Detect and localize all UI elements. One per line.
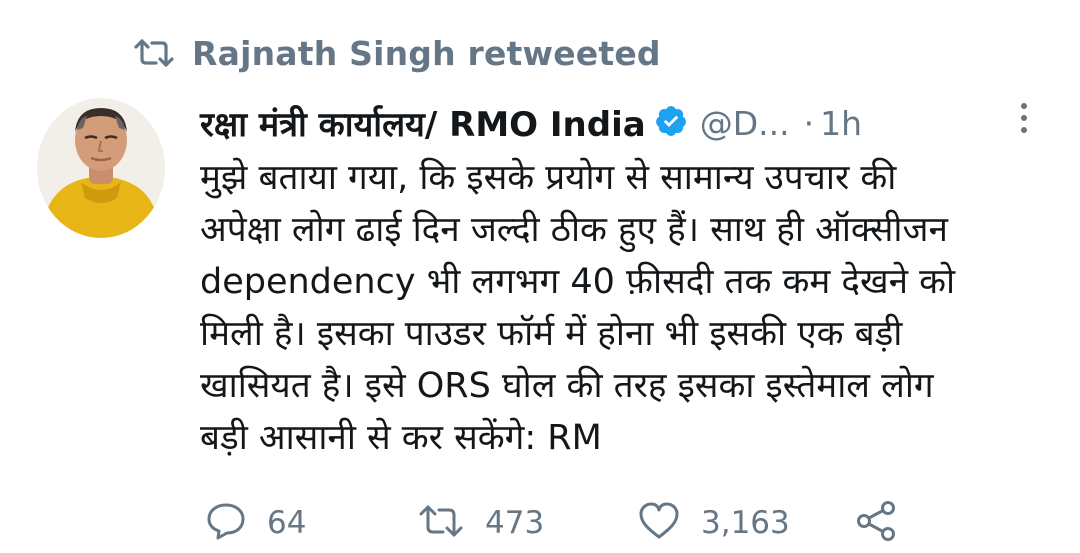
tweet-timestamp[interactable]: 1h (820, 104, 862, 143)
tweet-header: रक्षा मंत्री कार्यालय/ RMO India @D... ·… (200, 98, 1040, 148)
author-handle[interactable]: @D... (700, 104, 790, 143)
share-icon (855, 500, 899, 546)
verified-badge-icon (654, 104, 688, 142)
author-display-name[interactable]: रक्षा मंत्री कार्यालय/ RMO India (200, 100, 646, 146)
retweet-button[interactable]: 473 (417, 498, 544, 548)
retweet-icon (417, 503, 465, 543)
reply-icon (205, 501, 247, 545)
tweet-actions: 64 473 3,163 (205, 498, 945, 548)
like-button[interactable]: 3,163 (637, 498, 790, 548)
reply-button[interactable]: 64 (205, 498, 306, 548)
retweet-count: 473 (485, 505, 545, 541)
tweet-text: मुझे बताया गया, कि इसके प्रयोग से सामान्… (200, 158, 956, 458)
retweet-icon (132, 37, 176, 69)
avatar[interactable] (37, 98, 165, 238)
header-separator: · (803, 103, 815, 143)
like-count: 3,163 (701, 505, 790, 541)
heart-icon (637, 501, 681, 545)
retweet-notice-text: Rajnath Singh retweeted (192, 33, 661, 73)
more-options-icon[interactable] (1016, 100, 1032, 140)
retweet-notice[interactable]: Rajnath Singh retweeted (132, 28, 661, 78)
reply-count: 64 (267, 505, 307, 541)
share-button[interactable] (855, 498, 899, 548)
